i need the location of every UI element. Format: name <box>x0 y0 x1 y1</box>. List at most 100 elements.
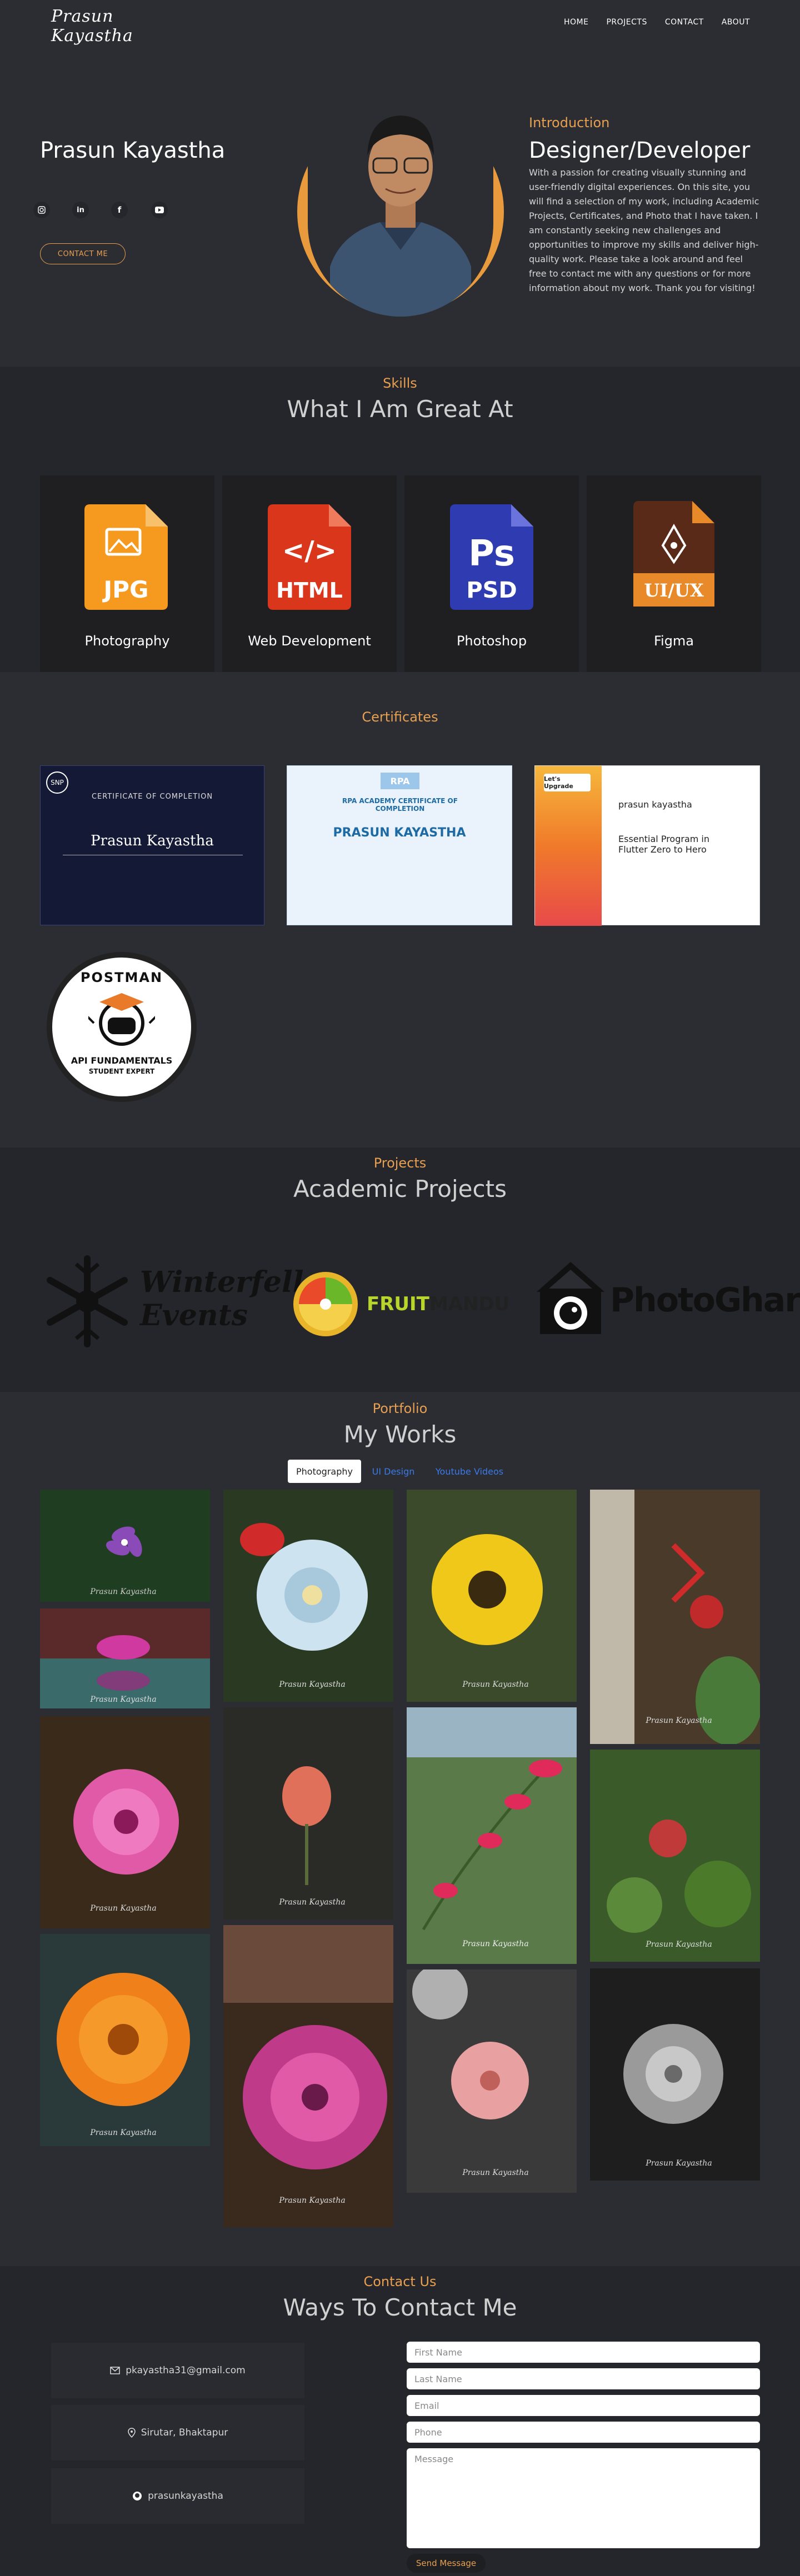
certificate-rpa[interactable]: RPA RPA ACADEMY CERTIFICATE OF COMPLETIO… <box>287 765 512 925</box>
nav-projects[interactable]: PROJECTS <box>606 18 647 27</box>
photo-watermark: Prasun Kayastha <box>278 1898 345 1907</box>
skills-title: What I Am Great At <box>287 395 513 423</box>
svg-text:Ps: Ps <box>468 533 515 574</box>
rpa-logo: RPA <box>381 773 419 789</box>
mail-icon <box>110 2367 120 2374</box>
photo-watermark: Prasun Kayastha <box>645 1940 712 1949</box>
tab-ui-design[interactable]: UI Design <box>367 1460 420 1483</box>
tab-youtube-videos[interactable]: Youtube Videos <box>428 1460 511 1483</box>
contact-me-button[interactable]: CONTACT ME <box>40 243 126 264</box>
badge-sub: STUDENT EXPERT <box>88 1068 155 1075</box>
nav-home[interactable]: HOME <box>564 18 588 27</box>
certificate-name: PRASUN KAYASTHA <box>333 826 466 840</box>
photo-watermark: Prasun Kayastha <box>278 1680 345 1689</box>
postman-badge[interactable]: POSTMAN API FUNDAMENTALS STUDENT EXPERT <box>47 952 197 1102</box>
github-icon <box>133 2492 142 2500</box>
project-photoghar[interactable]: PhotoGhar <box>534 1249 800 1349</box>
jpg-icon-text: JPG <box>102 576 149 603</box>
portfolio-photo[interactable]: Prasun Kayastha <box>223 1490 393 1702</box>
intro-text: With a passion for creating visually stu… <box>529 167 759 293</box>
badge-top: POSTMAN <box>80 970 163 985</box>
skill-card-figma[interactable]: UI/UX Figma <box>587 475 761 672</box>
photo-watermark: Prasun Kayastha <box>89 1904 156 1913</box>
certificates-label: Certificates <box>362 709 438 725</box>
photoghar-wordmark: PhotoGhar <box>610 1281 800 1320</box>
linkedin-icon[interactable]: in <box>72 202 89 218</box>
youtube-icon[interactable] <box>151 202 168 218</box>
intro-title: Designer/Developer <box>529 138 751 163</box>
portfolio-photo[interactable]: Prasun Kayastha <box>40 1934 210 2146</box>
nav-about[interactable]: ABOUT <box>722 18 750 27</box>
email-field[interactable]: Email <box>407 2395 760 2416</box>
instagram-icon[interactable] <box>33 202 50 218</box>
phone-field[interactable]: Phone <box>407 2422 760 2443</box>
projects-label: Projects <box>373 1155 427 1171</box>
svg-text:</>: </> <box>282 535 337 567</box>
contact-label: Contact Us <box>363 2274 437 2289</box>
location-pin-icon <box>127 2428 136 2438</box>
project-winterfell-events[interactable]: Winterfell Events <box>40 1249 304 1349</box>
certificate-snp[interactable]: SNP CERTIFICATE OF COMPLETION Prasun Kay… <box>40 765 264 925</box>
skill-card-photography[interactable]: JPG Photography <box>40 475 214 672</box>
photo-watermark: Prasun Kayastha <box>462 2168 528 2177</box>
nav-contact[interactable]: CONTACT <box>665 18 704 27</box>
skill-card-photoshop[interactable]: Ps PSD Photoshop <box>404 475 579 672</box>
photo-watermark: Prasun Kayastha <box>89 1587 156 1596</box>
portfolio-photo[interactable]: Prasun Kayastha <box>40 1716 210 1928</box>
portfolio-photo[interactable]: Prasun Kayastha <box>223 1707 393 1920</box>
skill-card-web-development[interactable]: </> HTML Web Development <box>222 475 397 672</box>
portfolio-photo[interactable]: Prasun Kayastha <box>40 1608 210 1708</box>
photo-watermark: Prasun Kayastha <box>462 1680 528 1689</box>
portfolio-photo[interactable]: Prasun Kayastha <box>407 1969 577 2193</box>
contact-location: Sirutar, Bhaktapur <box>51 2405 304 2460</box>
project-fruitmandu[interactable]: FRUIT MANDU <box>289 1249 513 1349</box>
portfolio-photo[interactable]: Prasun Kayastha <box>590 1750 760 1962</box>
skill-label: Web Development <box>248 633 371 649</box>
photo-watermark: Prasun Kayastha <box>645 2159 712 2168</box>
snp-logo: SNP <box>46 771 68 794</box>
navbar: Prasun Kayastha HOME PROJECTS CONTACT AB… <box>0 0 800 46</box>
portfolio-label: Portfolio <box>372 1401 428 1416</box>
skill-label: Photoshop <box>456 633 527 649</box>
portfolio-photo[interactable]: Prasun Kayastha <box>40 1490 210 1602</box>
profile-photo <box>308 83 493 317</box>
certificate-heading: RPA ACADEMY CERTIFICATE OF COMPLETION <box>342 797 458 813</box>
photo-watermark: Prasun Kayastha <box>462 1939 528 1948</box>
last-name-field[interactable]: Last Name <box>407 2368 760 2389</box>
contact-title: Ways To Contact Me <box>283 2294 517 2321</box>
send-message-button[interactable]: Send Message <box>407 2554 486 2573</box>
portfolio-photo[interactable]: Prasun Kayastha <box>407 1490 577 1702</box>
photo-watermark: Prasun Kayastha <box>278 2196 345 2205</box>
skills-label: Skills <box>383 375 417 391</box>
svg-text:PSD: PSD <box>466 578 517 603</box>
badge-bottom: API FUNDAMENTALS <box>71 1055 173 1066</box>
contact-github[interactable]: prasunkayastha <box>51 2468 304 2524</box>
message-field[interactable]: Message <box>407 2448 760 2548</box>
contact-email[interactable]: pkayastha31@gmail.com <box>51 2343 304 2398</box>
skill-label: Photography <box>84 633 170 649</box>
hero-name: Prasun Kayastha <box>40 138 226 163</box>
photo-watermark: Prasun Kayastha <box>645 1716 712 1725</box>
first-name-field[interactable]: First Name <box>407 2342 760 2363</box>
portfolio-photo[interactable]: Prasun Kayastha <box>590 1490 760 1744</box>
portfolio-photo[interactable]: Prasun Kayastha <box>407 1707 577 1964</box>
svg-text:HTML: HTML <box>276 578 343 603</box>
fruit-icon <box>293 1272 358 1336</box>
portfolio-photo[interactable]: Prasun Kayastha <box>590 1968 760 2181</box>
site-logo[interactable]: Prasun Kayastha <box>51 7 151 46</box>
project-title-line2: Events <box>140 1299 248 1332</box>
projects-title: Academic Projects <box>293 1175 507 1202</box>
project-title-line1: Winterfell <box>140 1265 304 1299</box>
certificate-name: prasun kayastha <box>618 799 692 810</box>
tab-photography[interactable]: Photography <box>288 1460 361 1483</box>
portfolio-photo[interactable]: Prasun Kayastha <box>223 1925 393 2227</box>
intro-label: Introduction <box>529 115 610 131</box>
skill-label: Figma <box>653 633 694 649</box>
certificate-letsupgrade[interactable]: Let's Upgrade prasun kayastha Essential … <box>534 765 760 926</box>
photo-watermark: Prasun Kayastha <box>89 1695 156 1704</box>
svg-text:UI/UX: UI/UX <box>644 580 703 601</box>
certificate-heading: Essential Program in Flutter Zero to Her… <box>618 834 709 855</box>
camera-house-icon <box>537 1262 604 1334</box>
github-text: prasunkayastha <box>148 2490 223 2502</box>
facebook-icon[interactable]: f <box>111 202 128 218</box>
